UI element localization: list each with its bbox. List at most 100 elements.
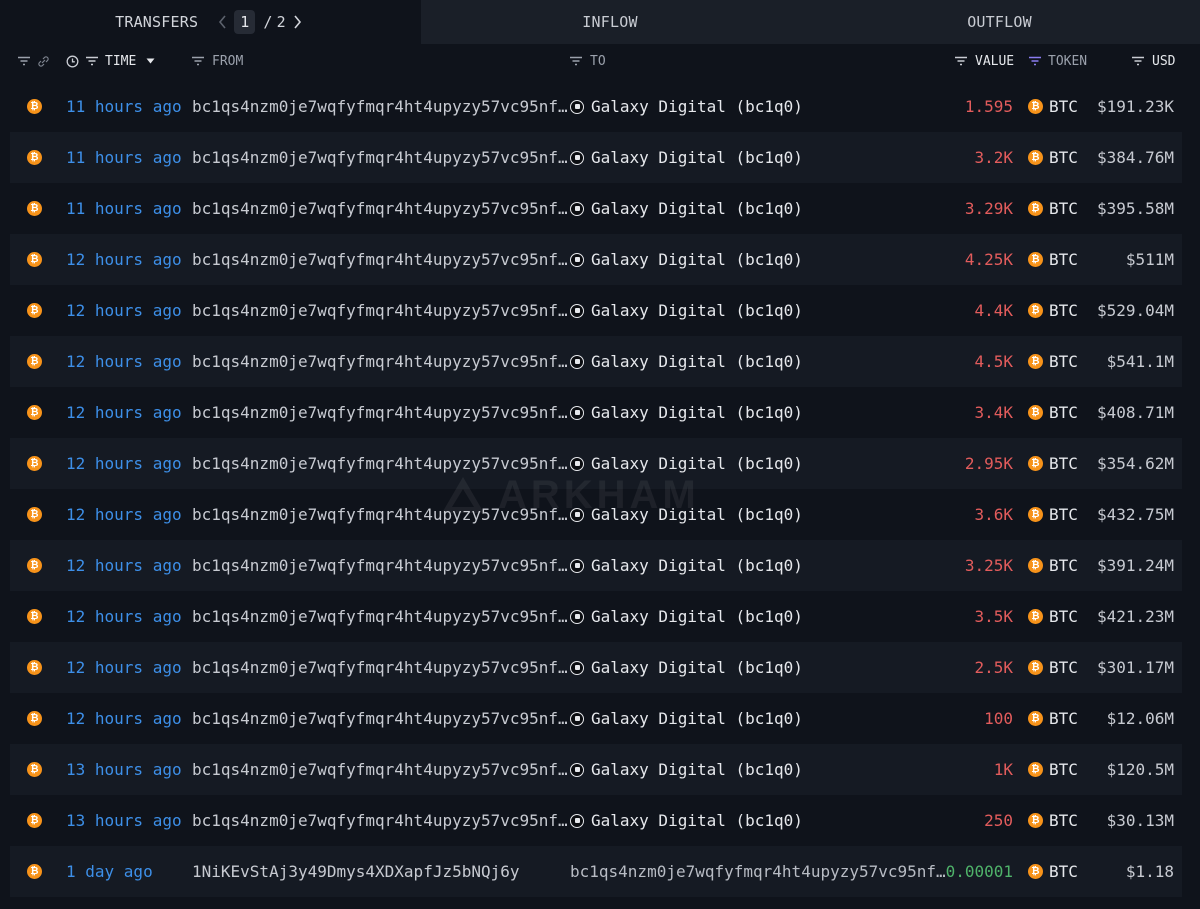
row-time-link[interactable]: 12 hours ago <box>66 591 182 642</box>
chain-filter[interactable] <box>17 44 50 78</box>
row-to-entity[interactable]: Galaxy Digital (bc1q0) <box>570 183 803 234</box>
row-to-entity[interactable]: Galaxy Digital (bc1q0) <box>570 642 803 693</box>
row-to-address[interactable]: bc1qs4nzm0je7wqfyfmqr4ht4upyzy57vc95nf… <box>570 846 946 897</box>
row-time-link[interactable]: 11 hours ago <box>66 81 182 132</box>
table-row[interactable]: ₿ 11 hours ago bc1qs4nzm0je7wqfyfmqr4ht4up… <box>10 81 1182 132</box>
row-time-link[interactable]: 12 hours ago <box>66 642 182 693</box>
table-row[interactable]: ₿ 12 hours ago bc1qs4nzm0je7wqfyfmqr4ht4up… <box>10 336 1182 387</box>
usd-column-header[interactable]: USD <box>1131 44 1175 78</box>
row-token[interactable]: ₿ BTC <box>1028 336 1078 387</box>
row-from-address[interactable]: bc1qs4nzm0je7wqfyfmqr4ht4upyzy57vc95nf… <box>192 540 568 591</box>
row-to-entity[interactable]: Galaxy Digital (bc1q0) <box>570 234 803 285</box>
row-to-entity[interactable]: Galaxy Digital (bc1q0) <box>570 285 803 336</box>
row-token[interactable]: ₿ BTC <box>1028 591 1078 642</box>
row-token[interactable]: ₿ BTC <box>1028 693 1078 744</box>
tab-inflow[interactable]: INFLOW <box>421 0 799 44</box>
row-from-address[interactable]: bc1qs4nzm0je7wqfyfmqr4ht4upyzy57vc95nf… <box>192 387 568 438</box>
table-row[interactable]: ₿ 12 hours ago bc1qs4nzm0je7wqfyfmqr4ht4up… <box>10 489 1182 540</box>
btc-chain-icon: ₿ <box>27 81 42 132</box>
usd-header-label: USD <box>1152 53 1176 69</box>
row-from-address[interactable]: 1NiKEvStAj3y49Dmys4XDXapfJz5bNQj6y <box>192 846 520 897</box>
row-from-address[interactable]: bc1qs4nzm0je7wqfyfmqr4ht4upyzy57vc95nf… <box>192 591 568 642</box>
row-from-address[interactable]: bc1qs4nzm0je7wqfyfmqr4ht4upyzy57vc95nf… <box>192 438 568 489</box>
row-from-address[interactable]: bc1qs4nzm0je7wqfyfmqr4ht4upyzy57vc95nf… <box>192 81 568 132</box>
value-column-header[interactable]: VALUE <box>954 44 1014 78</box>
row-to-entity[interactable]: Galaxy Digital (bc1q0) <box>570 540 803 591</box>
row-time-link[interactable]: 12 hours ago <box>66 693 182 744</box>
row-from-address[interactable]: bc1qs4nzm0je7wqfyfmqr4ht4upyzy57vc95nf… <box>192 183 568 234</box>
row-time-link[interactable]: 12 hours ago <box>66 234 182 285</box>
table-row[interactable]: ₿ 12 hours ago bc1qs4nzm0je7wqfyfmqr4ht4up… <box>10 642 1182 693</box>
galaxy-digital-icon <box>570 762 584 777</box>
row-token[interactable]: ₿ BTC <box>1028 795 1078 846</box>
table-row[interactable]: ₿ 13 hours ago bc1qs4nzm0je7wqfyfmqr4ht4up… <box>10 795 1182 846</box>
row-from-address[interactable]: bc1qs4nzm0je7wqfyfmqr4ht4upyzy57vc95nf… <box>192 693 568 744</box>
row-from-address[interactable]: bc1qs4nzm0je7wqfyfmqr4ht4upyzy57vc95nf… <box>192 285 568 336</box>
row-to-entity[interactable]: Galaxy Digital (bc1q0) <box>570 693 803 744</box>
row-time-link[interactable]: 11 hours ago <box>66 132 182 183</box>
row-time-link[interactable]: 12 hours ago <box>66 540 182 591</box>
row-token[interactable]: ₿ BTC <box>1028 744 1078 795</box>
table-row[interactable]: ₿ 1 day ago 1NiKEvStAj3y49Dmys4XDXapfJz5bN… <box>10 846 1182 897</box>
table-row[interactable]: ₿ 12 hours ago bc1qs4nzm0je7wqfyfmqr4ht4up… <box>10 234 1182 285</box>
row-to-entity[interactable]: Galaxy Digital (bc1q0) <box>570 132 803 183</box>
token-column-header[interactable]: TOKEN <box>1028 44 1087 78</box>
table-row[interactable]: ₿ 12 hours ago bc1qs4nzm0je7wqfyfmqr4ht4up… <box>10 438 1182 489</box>
row-token[interactable]: ₿ BTC <box>1028 132 1078 183</box>
row-to-entity[interactable]: Galaxy Digital (bc1q0) <box>570 336 803 387</box>
row-time-link[interactable]: 12 hours ago <box>66 285 182 336</box>
table-row[interactable]: ₿ 12 hours ago bc1qs4nzm0je7wqfyfmqr4ht4up… <box>10 591 1182 642</box>
row-from-address[interactable]: bc1qs4nzm0je7wqfyfmqr4ht4upyzy57vc95nf… <box>192 336 568 387</box>
table-row[interactable]: ₿ 12 hours ago bc1qs4nzm0je7wqfyfmqr4ht4up… <box>10 540 1182 591</box>
row-token[interactable]: ₿ BTC <box>1028 489 1078 540</box>
row-token[interactable]: ₿ BTC <box>1028 846 1078 897</box>
row-token[interactable]: ₿ BTC <box>1028 642 1078 693</box>
next-page-icon[interactable] <box>290 12 306 32</box>
table-row[interactable]: ₿ 12 hours ago bc1qs4nzm0je7wqfyfmqr4ht4up… <box>10 285 1182 336</box>
row-time-link[interactable]: 12 hours ago <box>66 336 182 387</box>
time-column-header[interactable]: TIME <box>66 44 155 78</box>
row-to-entity[interactable]: Galaxy Digital (bc1q0) <box>570 438 803 489</box>
filter-icon <box>191 56 205 66</box>
row-from-address[interactable]: bc1qs4nzm0je7wqfyfmqr4ht4upyzy57vc95nf… <box>192 795 568 846</box>
row-time-link[interactable]: 11 hours ago <box>66 183 182 234</box>
row-token[interactable]: ₿ BTC <box>1028 183 1078 234</box>
row-from-address[interactable]: bc1qs4nzm0je7wqfyfmqr4ht4upyzy57vc95nf… <box>192 744 568 795</box>
row-token[interactable]: ₿ BTC <box>1028 540 1078 591</box>
row-from-address[interactable]: bc1qs4nzm0je7wqfyfmqr4ht4upyzy57vc95nf… <box>192 132 568 183</box>
row-time-link[interactable]: 12 hours ago <box>66 438 182 489</box>
to-column-header[interactable]: TO <box>569 44 606 78</box>
row-time-link[interactable]: 12 hours ago <box>66 489 182 540</box>
table-row[interactable]: ₿ 12 hours ago bc1qs4nzm0je7wqfyfmqr4ht4up… <box>10 387 1182 438</box>
table-row[interactable]: ₿ 11 hours ago bc1qs4nzm0je7wqfyfmqr4ht4up… <box>10 183 1182 234</box>
row-token[interactable]: ₿ BTC <box>1028 234 1078 285</box>
tab-transfers[interactable]: TRANSFERS 1 / 2 <box>0 0 421 44</box>
row-from-address[interactable]: bc1qs4nzm0je7wqfyfmqr4ht4upyzy57vc95nf… <box>192 642 568 693</box>
row-usd: $30.13M <box>1106 811 1174 830</box>
table-row[interactable]: ₿ 13 hours ago bc1qs4nzm0je7wqfyfmqr4ht4up… <box>10 744 1182 795</box>
current-page[interactable]: 1 <box>234 10 256 34</box>
row-from-address[interactable]: bc1qs4nzm0je7wqfyfmqr4ht4upyzy57vc95nf… <box>192 234 568 285</box>
row-time-link[interactable]: 1 day ago <box>66 846 153 897</box>
row-time-link[interactable]: 13 hours ago <box>66 795 182 846</box>
table-row[interactable]: ₿ 11 hours ago bc1qs4nzm0je7wqfyfmqr4ht4up… <box>10 132 1182 183</box>
prev-page-icon[interactable] <box>214 12 230 32</box>
row-to-entity[interactable]: Galaxy Digital (bc1q0) <box>570 591 803 642</box>
row-to-entity[interactable]: Galaxy Digital (bc1q0) <box>570 387 803 438</box>
from-column-header[interactable]: FROM <box>191 44 243 78</box>
row-to-entity[interactable]: Galaxy Digital (bc1q0) <box>570 795 803 846</box>
row-token[interactable]: ₿ BTC <box>1028 81 1078 132</box>
row-from-address[interactable]: bc1qs4nzm0je7wqfyfmqr4ht4upyzy57vc95nf… <box>192 489 568 540</box>
row-token[interactable]: ₿ BTC <box>1028 438 1078 489</box>
table-row[interactable]: ₿ 12 hours ago bc1qs4nzm0je7wqfyfmqr4ht4up… <box>10 693 1182 744</box>
row-time-link[interactable]: 13 hours ago <box>66 744 182 795</box>
galaxy-digital-icon <box>570 252 584 267</box>
sort-desc-icon[interactable] <box>146 58 155 64</box>
tab-outflow[interactable]: OUTFLOW <box>799 0 1200 44</box>
row-to-entity[interactable]: Galaxy Digital (bc1q0) <box>570 489 803 540</box>
row-time-link[interactable]: 12 hours ago <box>66 387 182 438</box>
row-to-entity[interactable]: Galaxy Digital (bc1q0) <box>570 744 803 795</box>
row-token[interactable]: ₿ BTC <box>1028 285 1078 336</box>
row-to-entity[interactable]: Galaxy Digital (bc1q0) <box>570 81 803 132</box>
row-token[interactable]: ₿ BTC <box>1028 387 1078 438</box>
